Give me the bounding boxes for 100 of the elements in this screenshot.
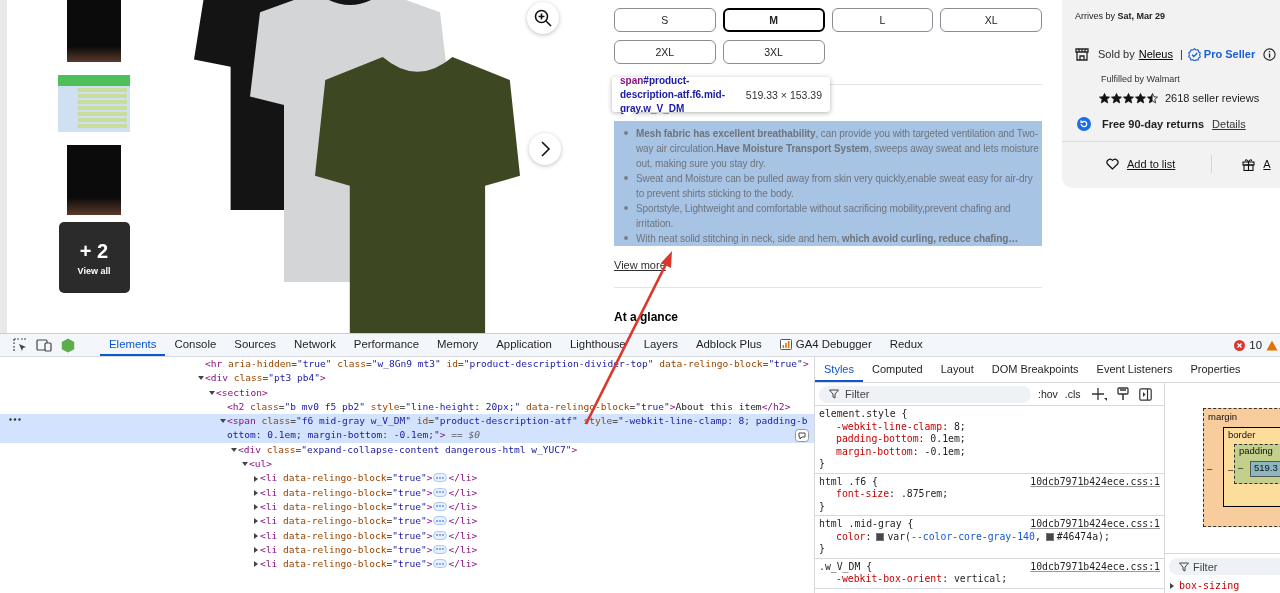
details-link[interactable]: Details	[1212, 118, 1246, 130]
collapsed-arrow-icon[interactable]	[253, 518, 259, 525]
styles-tab[interactable]: Styles	[815, 357, 863, 382]
size-option[interactable]: M	[722, 8, 825, 32]
fulfillment-text: Fulfilled by Walmart	[1101, 74, 1181, 84]
expanded-arrow-icon[interactable]	[242, 461, 248, 468]
css-property: -webkit-box-orient	[836, 573, 943, 586]
devtools-tab[interactable]: Sources	[225, 334, 286, 356]
css-selector: .w_V_DM {	[819, 560, 873, 573]
expanded-arrow-icon[interactable]	[220, 418, 226, 425]
content-size: 519.3	[1250, 461, 1280, 477]
dom-node[interactable]: <li data-relingo-block="true"> </li>	[0, 528, 814, 543]
collapsed-arrow-icon[interactable]	[253, 504, 259, 511]
chevron-right-icon	[539, 141, 551, 157]
color-swatch[interactable]	[1045, 532, 1054, 541]
dom-node[interactable]: <li data-relingo-block="true"> </li>	[0, 514, 814, 529]
hover-state-toggle[interactable]: :hov	[1038, 388, 1058, 400]
dom-node[interactable]: <li data-relingo-block="true"> </li>	[0, 471, 814, 486]
css-selector: html .f6 {	[819, 475, 878, 488]
size-option[interactable]: 2XL	[614, 40, 716, 64]
next-image-button[interactable]	[529, 133, 561, 165]
filter-field[interactable]: Filter	[819, 385, 1031, 403]
expanded-arrow-icon[interactable]	[209, 389, 215, 396]
sold-by-label: Sold by	[1098, 48, 1135, 60]
dom-node[interactable]: <li data-relingo-block="true"> </li>	[0, 542, 814, 558]
info-icon[interactable]	[1263, 47, 1277, 61]
styles-tab[interactable]: Computed	[862, 357, 932, 382]
expanded-arrow-icon[interactable]	[231, 446, 237, 453]
action-link[interactable]: A	[1263, 158, 1271, 170]
zoom-button[interactable]	[527, 2, 559, 34]
devtools-tab[interactable]: Application	[487, 334, 561, 356]
bullet-icon	[624, 206, 628, 210]
styles-tab[interactable]: Layout	[931, 357, 983, 382]
add-rule-icon[interactable]	[1090, 387, 1107, 401]
seller-reviews: 2618 seller reviews	[1165, 92, 1260, 104]
size-chart-thumbnail[interactable]	[58, 75, 130, 132]
collapsed-arrow-icon[interactable]	[1169, 582, 1175, 589]
product-thumbnail[interactable]	[67, 0, 121, 62]
devtools-tab[interactable]: GA4 Debugger	[770, 334, 881, 356]
class-toggle[interactable]: .cls	[1064, 388, 1081, 400]
color-swatch[interactable]	[876, 532, 885, 541]
dom-node[interactable]: <li data-relingo-block="true"> </li>	[0, 485, 814, 500]
action-link[interactable]: Add to list	[1127, 158, 1176, 170]
error-icon	[1234, 339, 1246, 351]
collapsed-arrow-icon[interactable]	[253, 475, 259, 482]
css-value: : 8;	[942, 420, 966, 433]
source-link[interactable]: 10dcb7971b424ece.css:1	[1030, 518, 1160, 531]
element-dimensions: 519.33 × 153.39	[745, 88, 822, 101]
devtools-tab[interactable]: Lighthouse	[560, 334, 635, 356]
expanded-arrow-icon[interactable]	[198, 375, 204, 382]
computed-filter-field[interactable]: Filter	[1169, 558, 1280, 575]
dom-node[interactable]: <ul>	[0, 457, 814, 472]
collapsed-arrow-icon[interactable]	[253, 547, 259, 553]
dom-node[interactable]: <div class="expand-collapse-content dangerous-html w_YUC7">	[0, 442, 814, 458]
styles-tab[interactable]: Properties	[1181, 357, 1250, 382]
description-bullet: Sweat and Moisture can be pulled away from skin very quickly,enable sweat easy for air-dry to prevent shirts sticking to the body.	[636, 172, 1034, 201]
size-option[interactable]: XL	[940, 8, 1042, 32]
css-selector: html .mid-gray {	[819, 518, 914, 531]
size-option[interactable]: 3XL	[722, 40, 825, 64]
sidebar-toggle-icon[interactable]	[1138, 387, 1152, 401]
error-count[interactable]: 10	[1249, 339, 1262, 351]
devtools-tab[interactable]: Adblock Plus	[686, 334, 771, 356]
styles-tab[interactable]: Event Listeners	[1087, 357, 1182, 382]
bullet-icon	[624, 176, 628, 180]
dom-node[interactable]: <li data-relingo-block="true"> </li>	[0, 557, 814, 572]
styles-tab[interactable]: DOM Breakpoints	[982, 357, 1088, 382]
dom-node[interactable]: <section>	[0, 385, 814, 400]
box-label: padding	[1239, 445, 1273, 456]
hexagon-icon[interactable]	[61, 337, 75, 353]
dom-node[interactable]: <li data-relingo-block="true"> </li>	[0, 499, 814, 515]
devtools-tab[interactable]: Layers	[634, 334, 687, 356]
computed-property[interactable]: box-sizing	[1179, 580, 1240, 591]
source-link[interactable]: 10dcb7971b424ece.css:1	[1030, 560, 1160, 573]
size-option[interactable]: S	[614, 8, 716, 32]
collapsed-arrow-icon[interactable]	[253, 532, 259, 539]
paint-brush-icon[interactable]	[1116, 387, 1129, 401]
devtools-tab[interactable]: Memory	[428, 334, 488, 356]
more-options-icon[interactable]	[9, 418, 21, 422]
gift-icon[interactable]	[1242, 157, 1256, 171]
heart-icon[interactable]	[1106, 158, 1119, 170]
closing-brace: }	[819, 500, 826, 513]
size-option[interactable]: L	[831, 8, 934, 32]
devtools-tab[interactable]: Performance	[344, 334, 429, 356]
devtools-tab[interactable]: Elements	[100, 334, 166, 356]
collapsed-arrow-icon[interactable]	[253, 561, 259, 568]
view-all-thumbnail[interactable]: + 2 View all	[58, 222, 130, 293]
collapsed-arrow-icon[interactable]	[253, 489, 259, 496]
comment-icon[interactable]	[795, 428, 809, 442]
source-link[interactable]: 10dcb7971b424ece.css:1	[1030, 475, 1160, 488]
warning-icon	[1266, 339, 1278, 351]
product-thumbnail[interactable]	[67, 145, 121, 215]
seller-link[interactable]: Neleus	[1138, 48, 1173, 60]
closing-brace: }	[819, 543, 826, 556]
devtools-tab[interactable]: Network	[285, 334, 345, 356]
devtools-tab[interactable]: Console	[165, 334, 226, 356]
dom-node[interactable]: <div class="pt3 pb4">	[0, 371, 814, 386]
device-toolbar-icon[interactable]	[36, 338, 52, 352]
css-value: ,	[1034, 530, 1041, 543]
inspect-element-icon[interactable]	[13, 338, 27, 352]
devtools-tab[interactable]: Redux	[880, 334, 932, 356]
